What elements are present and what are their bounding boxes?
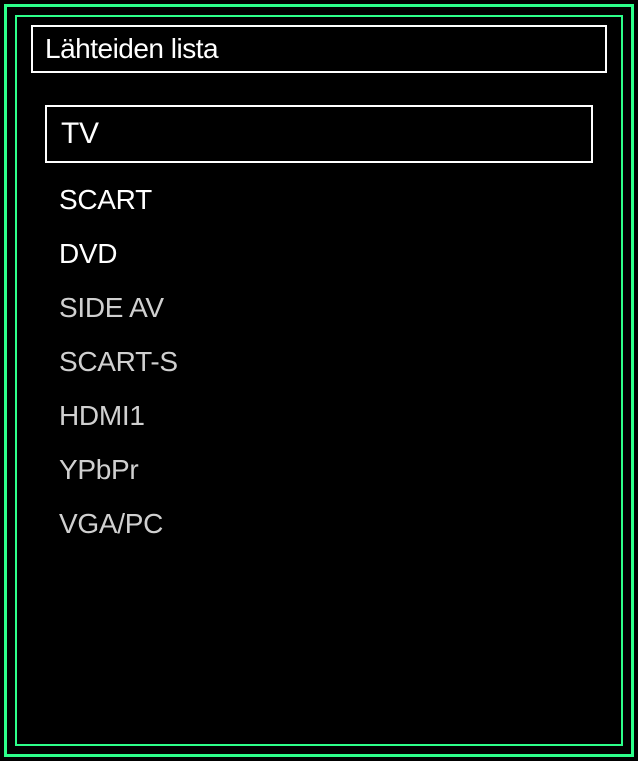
title-bar: Lähteiden lista (31, 25, 607, 73)
source-item-vga-pc[interactable]: VGA/PC (45, 497, 593, 551)
source-item-tv[interactable]: TV (45, 105, 593, 163)
source-item-scart-s[interactable]: SCART-S (45, 335, 593, 389)
source-item-dvd[interactable]: DVD (45, 227, 593, 281)
menu-title: Lähteiden lista (45, 33, 218, 65)
source-item-side-av[interactable]: SIDE AV (45, 281, 593, 335)
source-list: TV SCARTDVDSIDE AVSCART-SHDMI1YPbPrVGA/PC (45, 105, 593, 551)
inner-frame: Lähteiden lista TV SCARTDVDSIDE AVSCART-S… (15, 15, 623, 746)
source-item-hdmi1[interactable]: HDMI1 (45, 389, 593, 443)
outer-frame: Lähteiden lista TV SCARTDVDSIDE AVSCART-S… (4, 4, 634, 757)
source-item-scart[interactable]: SCART (45, 173, 593, 227)
source-item-ypbpr[interactable]: YPbPr (45, 443, 593, 497)
